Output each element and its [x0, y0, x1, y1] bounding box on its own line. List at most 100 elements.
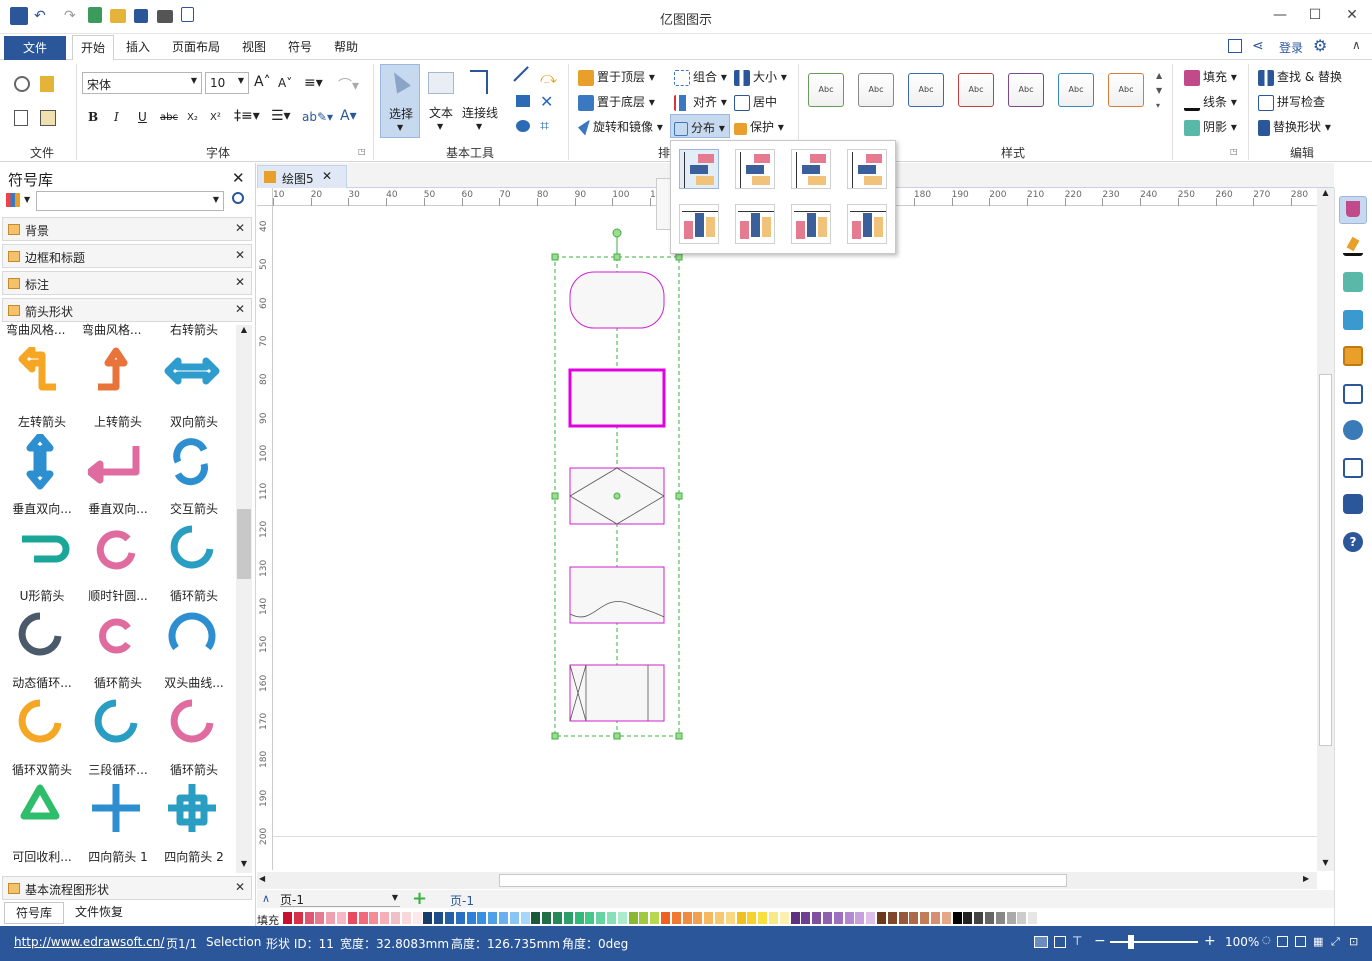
color-swatch[interactable] — [607, 912, 616, 924]
layer-panel-icon[interactable] — [1343, 346, 1363, 366]
terminator-shape[interactable] — [569, 271, 665, 329]
scale-tool-icon[interactable]: ✕ — [540, 92, 553, 111]
resize-handle[interactable] — [675, 253, 683, 261]
color-swatch[interactable] — [531, 912, 541, 924]
color-swatch[interactable] — [337, 912, 346, 924]
scroll-thumb[interactable] — [1319, 374, 1332, 746]
zoom-level[interactable]: 100% — [1225, 935, 1259, 949]
color-swatch[interactable] — [596, 912, 606, 924]
library-scrollbar[interactable]: ▲ ▼ — [236, 325, 252, 873]
send-to-back-button[interactable]: 置于底层 ▾ — [578, 93, 655, 111]
shape-item[interactable]: 垂直双向... — [4, 430, 80, 517]
color-swatch[interactable] — [736, 912, 746, 924]
align-button[interactable]: 对齐 ▾ — [674, 93, 727, 111]
shape-item[interactable]: 四向箭头 2 — [156, 778, 232, 865]
page-view-icon[interactable]: ⊡ — [1349, 935, 1358, 948]
color-swatch[interactable] — [715, 912, 724, 924]
distribute-left-icon[interactable] — [679, 149, 719, 189]
font-size-select[interactable]: 10 ▼ — [205, 72, 249, 94]
distribute-button[interactable]: 分布 ▾ — [670, 114, 730, 138]
shrink-font-icon[interactable]: A˅ — [278, 76, 292, 90]
close-icon[interactable]: ✕ — [235, 880, 245, 894]
rotation-handle[interactable] — [612, 228, 622, 238]
shape-item[interactable]: 动态循环... — [4, 604, 80, 691]
category-borders-titles[interactable]: 边框和标题 ✕ — [2, 244, 252, 268]
color-swatch[interactable] — [650, 912, 660, 924]
page-panel-icon[interactable] — [1343, 384, 1363, 404]
distribute-middle-icon[interactable] — [735, 204, 775, 244]
color-swatch[interactable] — [639, 912, 649, 924]
library-search-input[interactable]: ▼ — [36, 191, 224, 211]
color-swatch[interactable] — [520, 912, 530, 924]
group-button[interactable]: 组合 ▾ — [674, 68, 727, 86]
attachment-panel-icon[interactable] — [1343, 458, 1363, 478]
color-swatch[interactable] — [985, 912, 994, 924]
bullets-icon[interactable]: ☰▾ — [271, 108, 291, 124]
color-swatch[interactable] — [293, 912, 303, 924]
color-swatch[interactable] — [682, 912, 692, 924]
library-menu-icon[interactable] — [6, 193, 20, 207]
color-swatch[interactable] — [671, 912, 681, 924]
search-icon[interactable] — [232, 192, 244, 204]
style-sample-3[interactable]: Abc — [908, 73, 944, 107]
undo-icon[interactable]: ↶ — [34, 7, 52, 25]
color-swatch[interactable] — [920, 912, 930, 924]
subscript-icon[interactable]: X₂ — [187, 112, 198, 123]
scroll-right-icon[interactable]: ▶ — [1303, 874, 1309, 883]
color-swatch[interactable] — [1028, 912, 1038, 924]
connector-tool-button[interactable]: 连接线 ▼ — [460, 64, 500, 138]
maximize-button[interactable]: ☐ — [1300, 7, 1330, 23]
process-shape[interactable] — [568, 368, 666, 428]
color-swatch[interactable] — [628, 912, 638, 924]
color-swatch[interactable] — [974, 912, 984, 924]
line-button[interactable]: 线条 ▾ — [1184, 93, 1237, 111]
shape-item[interactable]: 循环箭头 — [156, 517, 232, 604]
close-button[interactable]: ✕ — [1337, 7, 1367, 23]
color-swatch[interactable] — [866, 912, 876, 924]
shape-item[interactable]: 上转箭头 — [80, 343, 156, 430]
line-spacing-icon[interactable]: ‡≡▾ — [234, 108, 260, 124]
category-background[interactable]: 背景 ✕ — [2, 217, 252, 241]
shadow-panel-icon[interactable] — [1343, 272, 1363, 292]
distribute-vertical-icon[interactable] — [847, 204, 887, 244]
resize-handle[interactable] — [675, 492, 683, 500]
share-icon[interactable]: ⋖ — [1252, 38, 1264, 54]
color-swatch[interactable] — [779, 912, 789, 924]
color-swatch[interactable] — [887, 912, 897, 924]
color-swatch[interactable] — [553, 912, 562, 924]
shape-item[interactable]: 循环箭头 — [80, 604, 156, 691]
color-swatch[interactable] — [812, 912, 822, 924]
color-swatch[interactable] — [477, 912, 487, 924]
replace-shape-button[interactable]: 替换形状 ▾ — [1258, 118, 1331, 136]
style-sample-6[interactable]: Abc — [1058, 73, 1094, 107]
color-swatch[interactable] — [931, 912, 940, 924]
zoom-out-icon[interactable]: − — [1094, 933, 1106, 949]
color-swatch[interactable] — [661, 912, 670, 924]
file-menu[interactable]: 文件 — [4, 36, 66, 60]
presentation-icon[interactable]: ⊤ — [1072, 934, 1082, 948]
color-swatch[interactable] — [617, 912, 627, 924]
shape-item[interactable]: 交互箭头 — [156, 430, 232, 517]
font-color-icon[interactable]: A▾ — [340, 108, 357, 124]
zoom-in-icon[interactable]: + — [1204, 933, 1216, 949]
fit-width-icon[interactable] — [1295, 936, 1306, 947]
tab-view[interactable]: 视图 — [234, 36, 274, 58]
find-replace-button[interactable]: 查找 & 替换 — [1258, 68, 1342, 86]
print-icon[interactable] — [157, 10, 173, 23]
select-tool-button[interactable]: 选择 ▼ — [380, 64, 420, 138]
color-swatch[interactable] — [509, 912, 519, 924]
color-swatch[interactable] — [358, 912, 368, 924]
resize-handle[interactable] — [675, 732, 683, 740]
view-normal-icon[interactable] — [1034, 936, 1048, 948]
text-align-icon[interactable]: ≡▾ — [304, 75, 323, 91]
scroll-thumb[interactable] — [237, 509, 251, 579]
color-swatch[interactable] — [725, 912, 735, 924]
scroll-down-icon[interactable]: ▼ — [236, 859, 252, 868]
arc-tool-icon[interactable]: ⤼ — [540, 68, 557, 88]
document-tab[interactable]: 绘图5 ✕ — [257, 165, 347, 188]
text-color-icon[interactable]: ab✎▾ — [302, 110, 333, 124]
font-name-select[interactable]: 宋体 ▼ — [82, 72, 202, 94]
format-painter-icon[interactable] — [40, 76, 54, 92]
color-swatch[interactable] — [423, 912, 433, 924]
style-gallery-scroll[interactable]: ▲ ▼ ▾ — [1156, 68, 1162, 113]
